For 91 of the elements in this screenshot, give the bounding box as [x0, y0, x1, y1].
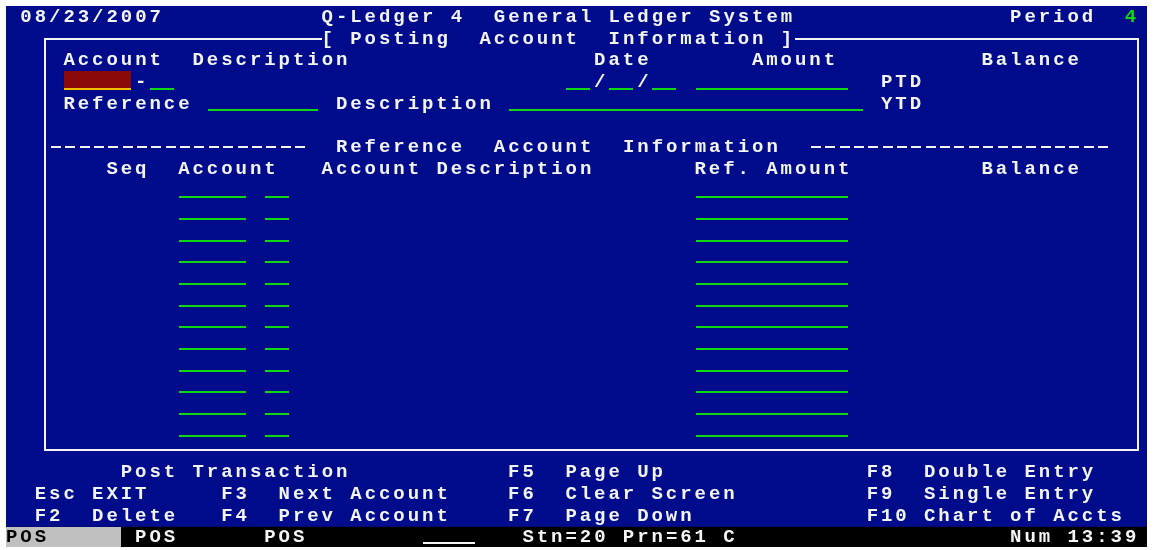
column-heading: Account	[63, 50, 164, 71]
amount-field[interactable]	[695, 217, 849, 220]
description-field[interactable]	[509, 109, 863, 112]
ptd-label: PTD	[880, 71, 924, 92]
period-label: Period	[1010, 6, 1097, 27]
key-name: F6	[508, 483, 537, 504]
period-value: 4	[1124, 6, 1140, 27]
account-field[interactable]	[179, 282, 246, 285]
amount-field[interactable]	[695, 413, 849, 416]
key-name: F9	[866, 483, 896, 504]
key-action: Page Up	[565, 462, 666, 483]
column-heading: Seq	[106, 158, 150, 179]
clock-text: Num 13:39	[1010, 526, 1140, 547]
column-heading: Balance	[981, 158, 1082, 179]
key-action: Post Transaction	[120, 462, 351, 483]
column-heading: Amount	[751, 50, 838, 71]
account-field[interactable]	[179, 434, 246, 437]
panel-title: [ Posting Account Information ]	[321, 28, 795, 49]
key-action: Page Down	[565, 505, 695, 526]
separator-text: -	[135, 71, 150, 92]
key-name: F7	[508, 505, 537, 526]
sub-account-field[interactable]	[265, 196, 289, 199]
date-text: 08/23/2007	[20, 6, 164, 27]
key-name: F3	[221, 483, 250, 504]
amount-field[interactable]	[695, 304, 849, 307]
sub-account-field[interactable]	[265, 282, 289, 285]
ytd-label: YTD	[880, 93, 924, 114]
column-heading: Account Description	[321, 158, 595, 179]
column-heading: Description	[192, 50, 351, 71]
column-heading: Date	[594, 50, 652, 71]
key-name: F2	[34, 505, 64, 526]
key-action: EXIT	[92, 483, 150, 504]
sub-account-field[interactable]	[265, 217, 289, 220]
amount-field[interactable]	[695, 87, 849, 90]
key-name: F8	[866, 462, 896, 483]
date-field[interactable]	[652, 87, 677, 90]
key-action: Next Account	[278, 483, 451, 504]
sub-account-field[interactable]	[265, 369, 289, 372]
amount-field[interactable]	[695, 239, 849, 242]
sub-account-field[interactable]	[265, 326, 289, 329]
key-name: F10	[866, 505, 910, 526]
sub-account-field[interactable]	[150, 87, 175, 90]
section-title: Reference Account Information	[335, 136, 781, 157]
key-name: Esc	[34, 483, 78, 504]
date-field[interactable]	[609, 87, 634, 90]
amount-field[interactable]	[695, 369, 849, 372]
status-input-field[interactable]	[422, 541, 476, 544]
sub-account-field[interactable]	[265, 434, 289, 437]
date-separator: /	[637, 71, 652, 92]
key-action: Prev Account	[278, 505, 451, 526]
amount-field[interactable]	[695, 282, 849, 285]
status-label: POS	[135, 526, 180, 547]
account-field[interactable]	[64, 70, 132, 90]
account-field[interactable]	[179, 217, 246, 220]
column-heading: Ref. Amount	[694, 158, 853, 179]
key-action: Single Entry	[924, 483, 1097, 504]
reference-label: Reference	[63, 93, 193, 114]
account-field[interactable]	[179, 304, 246, 307]
amount-field[interactable]	[695, 391, 849, 394]
key-action: Clear Screen	[565, 483, 738, 504]
description-label: Description	[335, 93, 494, 114]
account-field[interactable]	[179, 196, 246, 199]
amount-field[interactable]	[695, 261, 849, 264]
sub-account-field[interactable]	[265, 239, 289, 242]
account-field[interactable]	[179, 326, 246, 329]
column-heading: Balance	[981, 50, 1082, 71]
account-field[interactable]	[179, 413, 246, 416]
status-label: POS	[6, 526, 121, 547]
amount-field[interactable]	[695, 196, 849, 199]
app-title: Q-Ledger 4 General Ledger System	[321, 6, 795, 27]
account-field[interactable]	[179, 261, 246, 264]
sub-account-field[interactable]	[265, 391, 289, 394]
date-field[interactable]	[566, 87, 591, 90]
account-field[interactable]	[179, 239, 246, 242]
sub-account-field[interactable]	[265, 413, 289, 416]
key-name: F5	[508, 462, 537, 483]
key-action: Double Entry	[924, 462, 1097, 483]
amount-field[interactable]	[695, 434, 849, 437]
sub-account-field[interactable]	[265, 304, 289, 307]
key-action: Chart of Accts	[924, 505, 1125, 526]
station-text: Stn=20 Prn=61 C	[522, 526, 738, 547]
account-field[interactable]	[179, 369, 246, 372]
key-name: F4	[221, 505, 250, 526]
status-label: POS	[264, 526, 309, 547]
reference-field[interactable]	[207, 109, 318, 112]
account-field[interactable]	[179, 391, 246, 394]
date-separator: /	[594, 71, 609, 92]
column-heading: Account	[178, 158, 279, 179]
sub-account-field[interactable]	[265, 261, 289, 264]
amount-field[interactable]	[695, 326, 849, 329]
key-action: Delete	[92, 505, 179, 526]
